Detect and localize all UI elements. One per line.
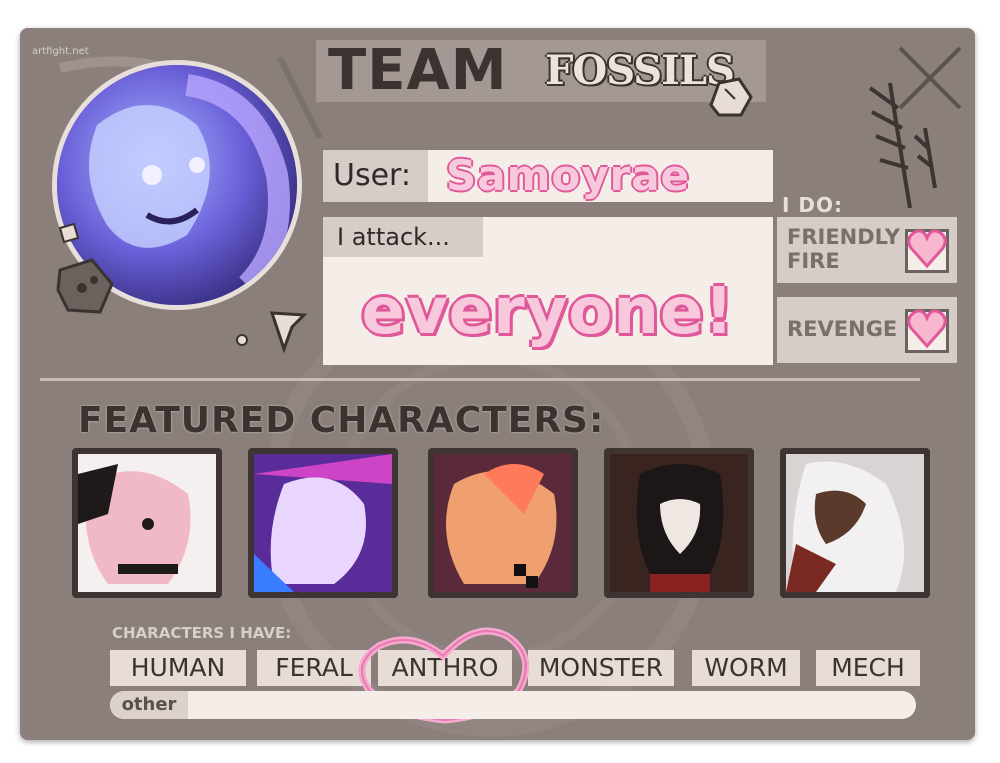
heart-check-icon <box>907 309 947 349</box>
featured-character-3[interactable] <box>428 448 578 598</box>
option-label-line2: FIRE <box>787 249 840 273</box>
tooth-icon <box>236 311 308 354</box>
i-do-label: I DO: <box>782 193 844 217</box>
watermark: artfight.net <box>32 46 89 57</box>
characters-i-have-label: CHARACTERS I HAVE: <box>112 624 292 642</box>
option-revenge[interactable]: REVENGE <box>777 297 957 363</box>
featured-character-5[interactable] <box>780 448 930 598</box>
character-art <box>78 454 216 592</box>
tag-mech[interactable]: MECH <box>816 650 920 686</box>
character-art <box>434 454 572 592</box>
tag-monster[interactable]: MONSTER <box>528 650 674 686</box>
character-art <box>254 454 392 592</box>
other-label: other <box>110 691 188 719</box>
option-label-line1: FRIENDLY <box>787 225 900 249</box>
revenge-checkbox[interactable] <box>905 309 949 353</box>
featured-character-1[interactable] <box>72 448 222 598</box>
friendly-fire-checkbox[interactable] <box>905 229 949 273</box>
tag-human[interactable]: HUMAN <box>110 650 246 686</box>
featured-character-2[interactable] <box>248 448 398 598</box>
attack-value[interactable]: everyone! <box>323 262 773 362</box>
team-label: TEAM <box>328 38 508 103</box>
option-label-line1: REVENGE <box>787 317 898 341</box>
character-art <box>610 454 748 592</box>
user-name-value[interactable]: Samoyrae <box>428 150 773 202</box>
tag-feral[interactable]: FERAL <box>257 650 371 686</box>
fossil-bone-icon <box>56 222 114 314</box>
heart-check-icon <box>907 229 947 269</box>
option-friendly-fire[interactable]: FRIENDLY FIRE <box>777 217 957 283</box>
user-label: User: <box>323 150 428 202</box>
fossil-rock-icon <box>709 77 753 117</box>
character-art <box>786 454 924 592</box>
tag-worm[interactable]: WORM <box>692 650 800 686</box>
attack-label: I attack... <box>323 217 483 257</box>
featured-characters-title: FEATURED CHARACTERS: <box>78 400 605 441</box>
other-input[interactable] <box>110 691 916 719</box>
section-divider <box>40 378 920 381</box>
featured-character-4[interactable] <box>604 448 754 598</box>
